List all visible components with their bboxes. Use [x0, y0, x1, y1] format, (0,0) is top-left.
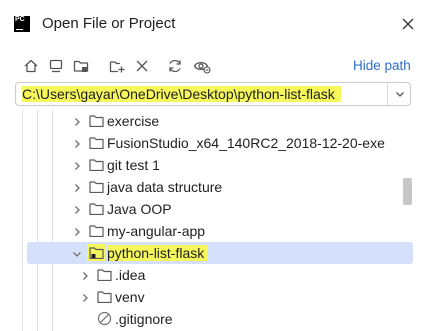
folder-icon	[89, 224, 104, 238]
tree-item-label: exercise	[107, 113, 160, 129]
close-button[interactable]	[397, 13, 419, 35]
delete-button[interactable]	[131, 55, 153, 77]
chevron-down-icon[interactable]	[71, 247, 83, 259]
project-folder-icon	[89, 246, 104, 260]
window-title: Open File or Project	[42, 15, 176, 32]
chevron-right-icon[interactable]	[71, 181, 83, 193]
tree-row[interactable]: FusionStudio_x64_140RC2_2018-12-20-exe	[15, 132, 403, 154]
desktop-button[interactable]	[45, 55, 67, 77]
tree-row[interactable]: my-angular-app	[15, 220, 403, 242]
tree-row[interactable]: .gitignore	[15, 308, 403, 330]
path-input[interactable]: C:\Users\gayar\OneDrive\Desktop\python-l…	[22, 86, 341, 102]
tree-row[interactable]: venv	[15, 286, 403, 308]
app-logo-text: PC	[15, 16, 25, 23]
folder-icon	[97, 290, 112, 304]
folder-icon	[97, 268, 112, 282]
refresh-icon	[169, 59, 181, 73]
tree-row[interactable]: Java OOP	[15, 198, 403, 220]
new-folder-icon	[109, 61, 125, 73]
chevron-right-icon[interactable]	[71, 159, 83, 171]
project-folder-icon	[73, 60, 89, 72]
tree-row[interactable]: git test 1	[15, 154, 403, 176]
ignored-file-icon	[97, 311, 112, 326]
tree-row[interactable]: python-list-flask	[27, 242, 413, 264]
chevron-right-icon[interactable]	[71, 137, 83, 149]
tree-item-label: my-angular-app	[107, 223, 206, 239]
title-bar: PC Open File or Project	[0, 0, 433, 50]
tree-scrollbar[interactable]	[403, 178, 412, 205]
refresh-button[interactable]	[164, 55, 186, 77]
desktop-icon	[49, 59, 63, 73]
pycharm-logo-icon: PC	[14, 16, 30, 32]
path-history-dropdown[interactable]	[388, 83, 411, 105]
tree-item-label: java data structure	[107, 179, 223, 195]
chevron-right-icon[interactable]	[71, 115, 83, 127]
tree-row[interactable]: .idea	[15, 264, 403, 286]
show-hidden-button[interactable]	[191, 55, 213, 77]
chevron-right-icon[interactable]	[71, 225, 83, 237]
folder-icon	[89, 114, 104, 128]
home-button[interactable]	[20, 55, 42, 77]
chevron-right-icon[interactable]	[79, 269, 91, 281]
path-field[interactable]: C:\Users\gayar\OneDrive\Desktop\python-l…	[15, 82, 411, 106]
folder-icon	[89, 136, 104, 150]
project-directory-button[interactable]	[70, 55, 92, 77]
tree-item-label: venv	[115, 289, 145, 305]
tree-item-label: .gitignore	[115, 311, 173, 327]
delete-icon	[136, 60, 148, 72]
tree-item-label: git test 1	[107, 157, 160, 173]
tree-row[interactable]: exercise	[15, 110, 403, 132]
folder-icon	[89, 202, 104, 216]
folder-icon	[89, 180, 104, 194]
show-hidden-icon	[193, 61, 211, 74]
new-folder-button[interactable]	[106, 55, 128, 77]
tree-item-label: Java OOP	[107, 201, 172, 217]
home-icon	[24, 59, 38, 73]
chevron-down-icon	[395, 92, 404, 97]
file-tree[interactable]: exercise FusionStudio_x64_140RC2_2018-12-…	[15, 110, 417, 331]
chevron-right-icon[interactable]	[71, 203, 83, 215]
folder-icon	[89, 158, 104, 172]
tree-row[interactable]: java data structure	[15, 176, 403, 198]
hide-path-link[interactable]: Hide path	[353, 58, 411, 73]
tree-item-label: python-list-flask	[107, 245, 209, 261]
tree-item-label: FusionStudio_x64_140RC2_2018-12-20-exe	[107, 135, 385, 151]
toolbar: Hide path	[0, 52, 433, 80]
tree-item-label: .idea	[115, 267, 146, 283]
close-icon	[402, 18, 414, 30]
chevron-right-icon[interactable]	[79, 291, 91, 303]
